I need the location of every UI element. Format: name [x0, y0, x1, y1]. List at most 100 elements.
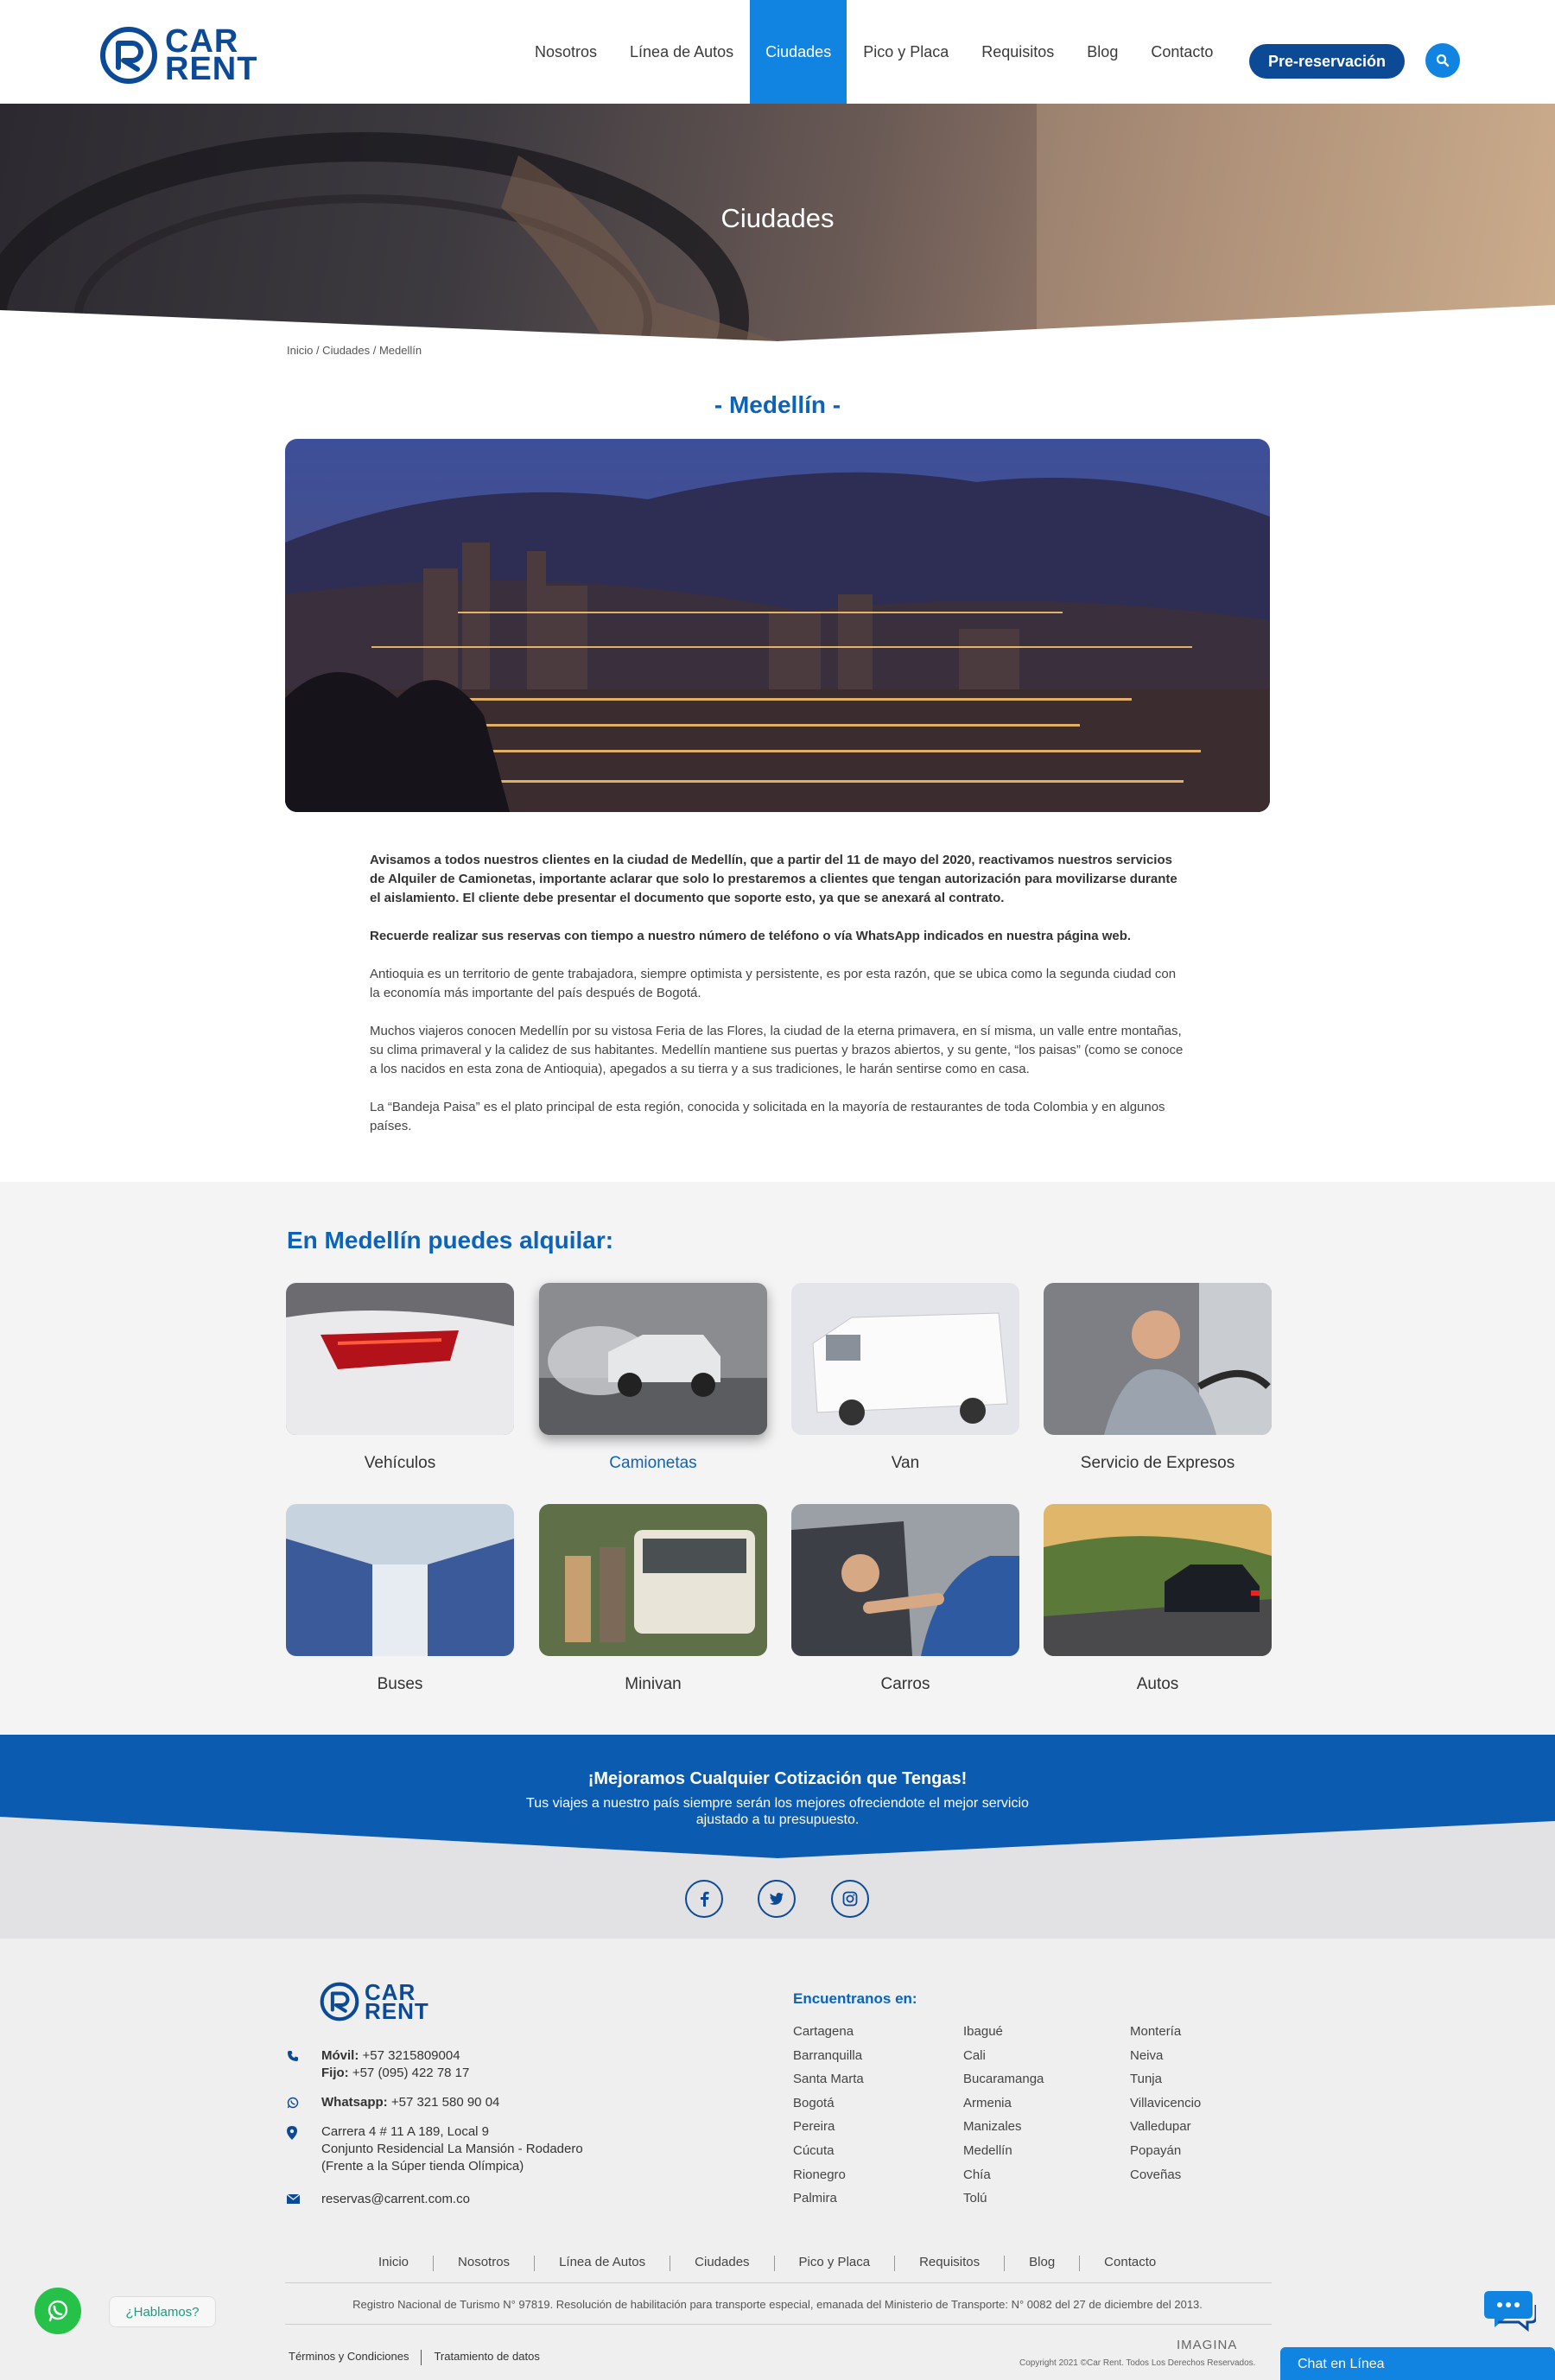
footer-logo[interactable]: CAR RENT [320, 1979, 429, 2024]
search-button[interactable] [1425, 43, 1460, 78]
email-link[interactable]: reservas@carrent.com.co [321, 2191, 470, 2208]
city-link[interactable]: Montería [1130, 2020, 1201, 2044]
city-link[interactable]: Barranquilla [793, 2044, 864, 2068]
city-link[interactable]: Bucaramanga [963, 2067, 1044, 2091]
rent-card-camionetas[interactable]: Camionetas [539, 1283, 767, 1473]
cities-column-1: Cartagena Barranquilla Santa Marta Bogot… [793, 2020, 864, 2211]
vehiculos-image [286, 1283, 514, 1435]
footer-nav-inicio[interactable]: Inicio [354, 2255, 433, 2271]
rent-card-minivan[interactable]: Minivan [539, 1504, 767, 1694]
promo-banner: ¡Mejoramos Cualquier Cotización que Teng… [0, 1735, 1555, 1939]
hero-wave-divider [0, 305, 1555, 341]
rent-card-autos[interactable]: Autos [1044, 1504, 1272, 1694]
city-link[interactable]: Popayán [1130, 2139, 1201, 2163]
rent-card-van[interactable]: Van [791, 1283, 1019, 1473]
footer-divider [285, 2282, 1272, 2283]
van-label: Van [891, 1454, 920, 1472]
city-link[interactable]: Chía [963, 2163, 1044, 2187]
promo-title: ¡Mejoramos Cualquier Cotización que Teng… [587, 1769, 968, 1788]
footer-nav-nosotros[interactable]: Nosotros [434, 2255, 534, 2271]
paragraph-reservation-reminder: Recuerde realizar sus reservas con tiemp… [370, 929, 1132, 943]
footer-nav-pico-y-placa[interactable]: Pico y Placa [775, 2255, 895, 2271]
city-link[interactable]: Valledupar [1130, 2115, 1201, 2139]
camionetas-image [539, 1283, 767, 1435]
nav-nosotros[interactable]: Nosotros [518, 0, 613, 104]
nav-blog[interactable]: Blog [1070, 0, 1134, 104]
rent-card-vehiculos[interactable]: Vehículos [286, 1283, 514, 1473]
nav-contacto[interactable]: Contacto [1134, 0, 1229, 104]
city-link[interactable]: Palmira [793, 2186, 864, 2211]
autos-image [1044, 1504, 1272, 1656]
email-icon [287, 2193, 300, 2204]
cities-column-2: Ibagué Cali Bucaramanga Armenia Manizale… [963, 2020, 1044, 2211]
buses-label: Buses [377, 1675, 423, 1693]
city-link[interactable]: Coveñas [1130, 2163, 1201, 2187]
landline-phone[interactable]: +57 (095) 422 78 17 [352, 2066, 470, 2080]
autos-label: Autos [1136, 1675, 1179, 1693]
facebook-icon [701, 1891, 709, 1907]
facebook-link[interactable] [685, 1880, 723, 1918]
phone-icon [288, 2051, 298, 2061]
footer-nav-contacto[interactable]: Contacto [1080, 2255, 1180, 2271]
footer-nav-requisitos[interactable]: Requisitos [895, 2255, 1004, 2271]
camionetas-label: Camionetas [609, 1454, 697, 1472]
rent-section-title: En Medellín puedes alquilar: [287, 1227, 614, 1253]
rent-card-servicio-de-expresos[interactable]: Servicio de Expresos [1044, 1283, 1272, 1473]
footer-whatsapp: Whatsapp: +57 321 580 90 04 [287, 2094, 499, 2111]
city-link[interactable]: Neiva [1130, 2044, 1201, 2068]
site-logo[interactable]: CAR RENT [99, 23, 258, 87]
city-link[interactable]: Armenia [963, 2091, 1044, 2116]
city-link[interactable]: Villavicencio [1130, 2091, 1201, 2116]
rent-card-buses[interactable]: Buses [286, 1504, 514, 1694]
main-nav: Nosotros Línea de Autos Ciudades Pico y … [518, 0, 1229, 104]
nav-requisitos[interactable]: Requisitos [965, 0, 1070, 104]
footer-nav-blog[interactable]: Blog [1005, 2255, 1079, 2271]
city-link[interactable]: Medellín [963, 2139, 1044, 2163]
whatsapp-number[interactable]: +57 321 580 90 04 [391, 2095, 500, 2110]
location-pin-icon [287, 2126, 297, 2140]
city-link[interactable]: Cartagena [793, 2020, 864, 2044]
pre-reservation-button[interactable]: Pre-reservación [1249, 44, 1405, 79]
city-link[interactable]: Bogotá [793, 2091, 864, 2116]
carros-image [791, 1504, 1019, 1656]
nav-ciudades[interactable]: Ciudades [750, 0, 847, 104]
city-link[interactable]: Santa Marta [793, 2067, 864, 2091]
chat-bubble-icon[interactable] [1484, 2288, 1536, 2332]
minivan-image [539, 1504, 767, 1656]
servicio-de-expresos-image [1044, 1283, 1272, 1435]
footer-logo-text: CAR RENT [365, 1979, 429, 2024]
city-link[interactable]: Ibagué [963, 2020, 1044, 2044]
footer-legal-links: Términos y Condiciones Tratamiento de da… [289, 2350, 540, 2365]
city-link[interactable]: Tunja [1130, 2067, 1201, 2091]
privacy-link[interactable]: Tratamiento de datos [434, 2350, 539, 2365]
city-link[interactable]: Cali [963, 2044, 1044, 2068]
paragraph-bandeja-paisa: La “Bandeja Paisa” es el plato principal… [370, 1100, 1165, 1133]
city-link[interactable]: Tolú [963, 2186, 1044, 2211]
logo-text: CAR RENT [165, 23, 258, 87]
minivan-label: Minivan [625, 1675, 682, 1693]
paragraph-feria-de-las-flores: Muchos viajeros conocen Medellín por su … [370, 1024, 1184, 1076]
twitter-link[interactable] [758, 1880, 796, 1918]
copyright: Copyright 2021 ©Car Rent. Todos Los Dere… [1019, 2358, 1256, 2368]
rent-card-carros[interactable]: Carros [791, 1504, 1019, 1694]
footer-nav-linea-de-autos[interactable]: Línea de Autos [535, 2255, 670, 2271]
whatsapp-bubble[interactable]: ¿Hablamos? [109, 2296, 216, 2327]
whatsapp-small-icon [287, 2097, 299, 2109]
city-link[interactable]: Manizales [963, 2115, 1044, 2139]
paragraph-antioquia: Antioquia es un territorio de gente trab… [370, 967, 1177, 1000]
mobile-phone[interactable]: +57 3215809004 [363, 2048, 460, 2063]
nav-linea-de-autos[interactable]: Línea de Autos [613, 0, 750, 104]
agency-logo[interactable]: IMAGINA [1177, 2338, 1237, 2352]
city-link[interactable]: Pereira [793, 2115, 864, 2139]
footer-divider [285, 2324, 1272, 2325]
cities-title: Encuentranos en: [793, 1990, 917, 2007]
city-link[interactable]: Cúcuta [793, 2139, 864, 2163]
live-chat-bar[interactable]: Chat en Línea [1280, 2347, 1555, 2380]
terms-link[interactable]: Términos y Condiciones [289, 2350, 409, 2365]
instagram-link[interactable] [831, 1880, 869, 1918]
city-link[interactable]: Rionegro [793, 2163, 864, 2187]
footer-nav-ciudades[interactable]: Ciudades [670, 2255, 773, 2271]
promo-text: Tus viajes a nuestro país siempre serán … [526, 1796, 1029, 1827]
nav-pico-y-placa[interactable]: Pico y Placa [847, 0, 965, 104]
whatsapp-button[interactable] [35, 2288, 81, 2334]
